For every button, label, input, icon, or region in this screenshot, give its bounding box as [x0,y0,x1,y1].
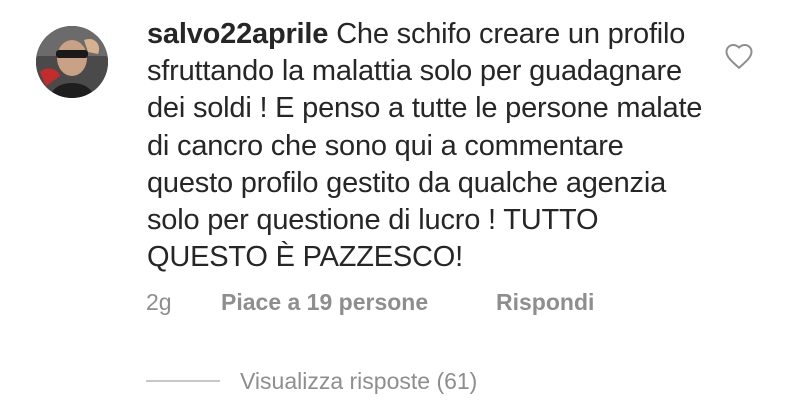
replies-divider-line [146,380,220,382]
comment-meta: 2g Piace a 19 persone Rispondi [146,287,594,317]
reply-button[interactable]: Rispondi [496,289,594,316]
heart-outline-icon[interactable] [724,42,754,70]
view-replies-label: Visualizza risposte (61) [240,367,478,394]
likes-count-link[interactable]: Piace a 19 persone [221,289,496,316]
comment-timestamp: 2g [146,288,172,315]
avatar[interactable] [36,26,108,98]
comment-username[interactable]: salvo22aprile [147,18,328,50]
avatar-image [36,26,108,98]
comment-body: salvo22aprile Che schifo creare un profil… [147,16,717,276]
comment-text: Che schifo creare un profilo sfruttando … [147,18,703,274]
view-replies-button[interactable]: Visualizza risposte (61) [146,366,477,396]
